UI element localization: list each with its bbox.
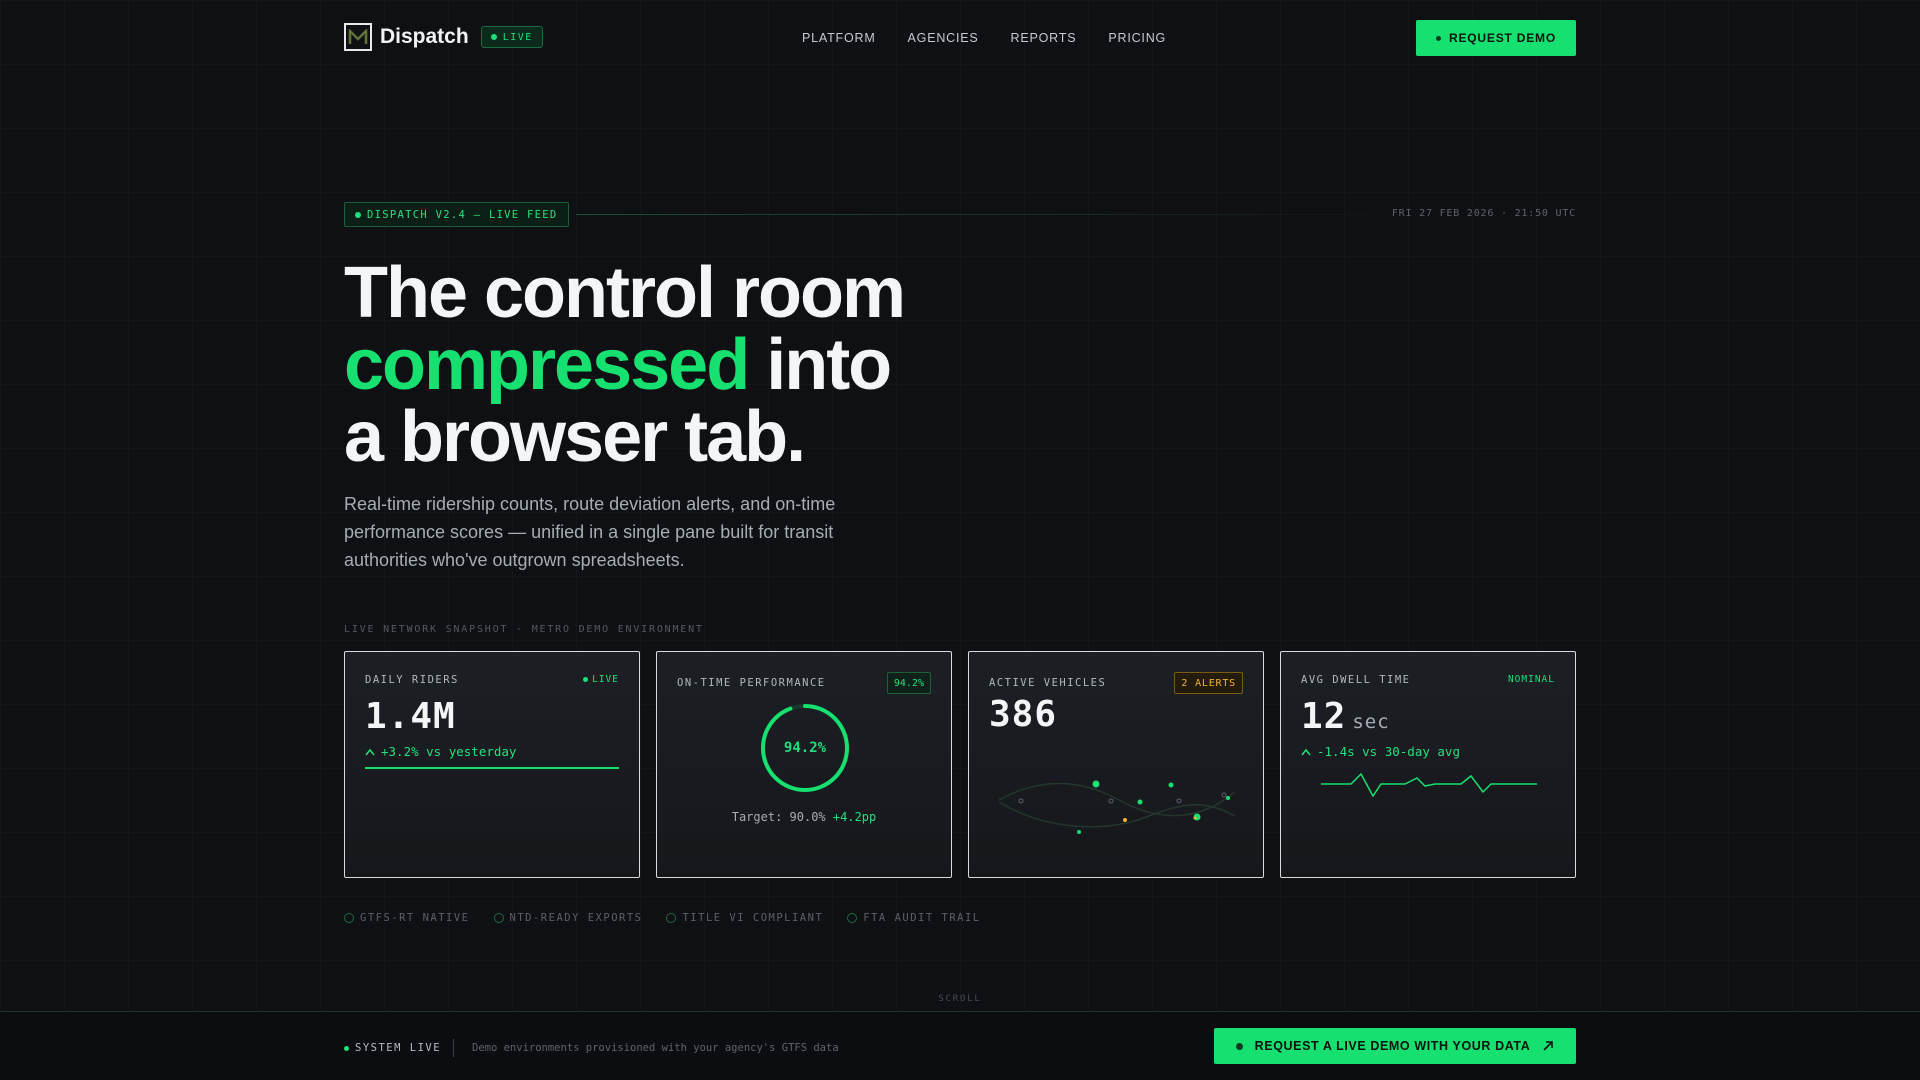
riders-bar	[365, 767, 619, 769]
stop-marker	[1018, 798, 1024, 804]
brand-name: Dispatch	[380, 25, 469, 48]
live-badge-label: LIVE	[502, 31, 533, 43]
scroll-hint: SCROLL	[938, 994, 982, 1004]
live-dot-icon	[344, 1045, 349, 1051]
request-demo-button[interactable]: REQUEST DEMO	[1416, 20, 1576, 56]
version-badge: DISPATCH V2.4 — LIVE FEED	[344, 202, 569, 227]
cta-dot-icon	[1235, 1042, 1243, 1050]
dwell-unit: sec	[1352, 711, 1390, 733]
request-live-demo-label: REQUEST A LIVE DEMO WITH YOUR DATA	[1254, 1039, 1531, 1053]
arrow-up-icon	[365, 748, 375, 755]
system-status-label: SYSTEM LIVE	[355, 1042, 442, 1054]
compliance-item: GTFS-RT NATIVE	[344, 912, 470, 924]
card-active-vehicles[interactable]: ACTIVE VEHICLES 2 ALERTS 386	[968, 651, 1264, 878]
hero-title: The control room compressed into a brows…	[344, 257, 1044, 473]
stop-marker	[1176, 798, 1182, 804]
live-dot-icon	[355, 211, 361, 218]
live-tag-label: LIVE	[592, 674, 619, 685]
nav-link-platform[interactable]: PLATFORM	[802, 31, 876, 45]
cta-dot-icon	[1436, 35, 1442, 41]
compliance-label: FTA AUDIT TRAIL	[863, 912, 981, 924]
vehicle-marker[interactable]	[1092, 780, 1100, 788]
vehicle-marker[interactable]	[1137, 799, 1143, 805]
arrow-up-icon	[1301, 748, 1311, 755]
vehicle-marker[interactable]	[1226, 796, 1230, 800]
card-on-time-performance[interactable]: ON-TIME PERFORMANCE 94.2% 94.2% Target: …	[656, 651, 952, 878]
nav-menu: PLATFORM AGENCIES REPORTS PRICING	[802, 31, 1166, 45]
snapshot-label: LIVE NETWORK SNAPSHOT · METRO DEMO ENVIR…	[344, 624, 704, 635]
version-row: DISPATCH V2.4 — LIVE FEED FRI 27 FEB 202…	[344, 202, 1576, 228]
nav-link-agencies[interactable]: AGENCIES	[908, 31, 979, 45]
request-live-demo-button[interactable]: REQUEST A LIVE DEMO WITH YOUR DATA	[1214, 1028, 1576, 1064]
arrow-up-right-icon	[1543, 1041, 1554, 1051]
live-badge: LIVE	[480, 26, 543, 48]
system-status: SYSTEM LIVE	[344, 1042, 441, 1054]
card-avg-dwell-time[interactable]: AVG DWELL TIME NOMINAL 12 sec -1.4s vs 30…	[1280, 651, 1576, 878]
compliance-item: TITLE VI COMPLIANT	[666, 912, 823, 924]
top-nav: Dispatch LIVE PLATFORM AGENCIES REPORTS …	[344, 20, 1576, 56]
nominal-tag: NOMINAL	[1507, 674, 1555, 685]
otp-target-text: Target: 90.0%	[731, 810, 826, 824]
dwell-number: 12	[1301, 696, 1347, 737]
nav-link-reports[interactable]: REPORTS	[1011, 31, 1077, 45]
compliance-label: TITLE VI COMPLIANT	[682, 912, 824, 924]
ring-icon	[493, 913, 504, 923]
otp-tag: 94.2%	[886, 672, 931, 694]
hero-subtitle: Real-time ridership counts, route deviat…	[344, 494, 836, 570]
ring-icon	[666, 913, 677, 923]
otp-target: Target: 90.0% +4.2pp	[657, 810, 951, 824]
dwell-delta-text: -1.4s vs 30-day avg	[1317, 744, 1460, 759]
card-label: DAILY RIDERS	[365, 674, 459, 686]
compliance-item: FTA AUDIT TRAIL	[847, 912, 980, 924]
otp-value: 94.2%	[783, 740, 827, 756]
timestamp: FRI 27 FEB 2026 · 21:50 UTC	[1391, 208, 1576, 219]
stop-marker	[1221, 792, 1227, 798]
divider-line	[576, 214, 1366, 215]
hero-accent: compressed	[344, 325, 750, 405]
logo-icon	[344, 23, 372, 51]
alert-marker[interactable]	[1123, 818, 1127, 822]
vehicles-value: 386	[989, 694, 1058, 735]
live-tag: LIVE	[583, 674, 619, 685]
compliance-list: GTFS-RT NATIVE NTD-READY EXPORTS TITLE V…	[344, 912, 981, 924]
riders-delta-text: +3.2% vs yesterday	[381, 744, 517, 759]
riders-value: 1.4M	[365, 696, 456, 737]
ring-icon	[847, 913, 858, 923]
live-dot-icon	[583, 677, 589, 682]
hero-line-2-rest: into	[748, 325, 892, 405]
hero-line-1: The control room	[344, 253, 906, 333]
nav-link-pricing[interactable]: PRICING	[1108, 31, 1166, 45]
request-demo-label: REQUEST DEMO	[1449, 31, 1556, 45]
compliance-label: NTD-READY EXPORTS	[509, 912, 643, 924]
alerts-tag: 2 ALERTS	[1174, 672, 1243, 694]
otp-target-delta: +4.2pp	[832, 810, 877, 824]
dwell-sparkline	[1321, 772, 1537, 798]
brand[interactable]: Dispatch LIVE	[344, 23, 543, 51]
riders-delta: +3.2% vs yesterday	[365, 744, 516, 759]
live-dot-icon	[490, 34, 497, 40]
card-label: ACTIVE VEHICLES	[989, 677, 1107, 689]
card-daily-riders[interactable]: DAILY RIDERS LIVE 1.4M +3.2% vs yesterda…	[344, 651, 640, 878]
vehicle-marker[interactable]	[1168, 782, 1174, 788]
stop-marker	[1108, 798, 1114, 804]
vehicle-marker[interactable]	[1077, 830, 1081, 834]
divider	[453, 1039, 454, 1057]
version-badge-label: DISPATCH V2.4 — LIVE FEED	[367, 208, 558, 221]
ring-icon	[344, 913, 354, 923]
dwell-delta: -1.4s vs 30-day avg	[1301, 744, 1460, 759]
alert-marker[interactable]	[1193, 816, 1197, 820]
dwell-value: 12 sec	[1301, 696, 1390, 737]
hero-line-3: a browser tab.	[344, 397, 806, 477]
card-label: ON-TIME PERFORMANCE	[677, 677, 826, 689]
compliance-label: GTFS-RT NATIVE	[360, 912, 470, 924]
compliance-item: NTD-READY EXPORTS	[493, 912, 643, 924]
sticky-footer-bar: SYSTEM LIVE Demo environments provisione…	[0, 1011, 1920, 1080]
provision-note: Demo environments provisioned with your …	[472, 1042, 839, 1054]
card-label: AVG DWELL TIME	[1301, 674, 1411, 686]
vehicle-route-map	[999, 780, 1235, 834]
metric-cards: DAILY RIDERS LIVE 1.4M +3.2% vs yesterda…	[344, 651, 1576, 878]
